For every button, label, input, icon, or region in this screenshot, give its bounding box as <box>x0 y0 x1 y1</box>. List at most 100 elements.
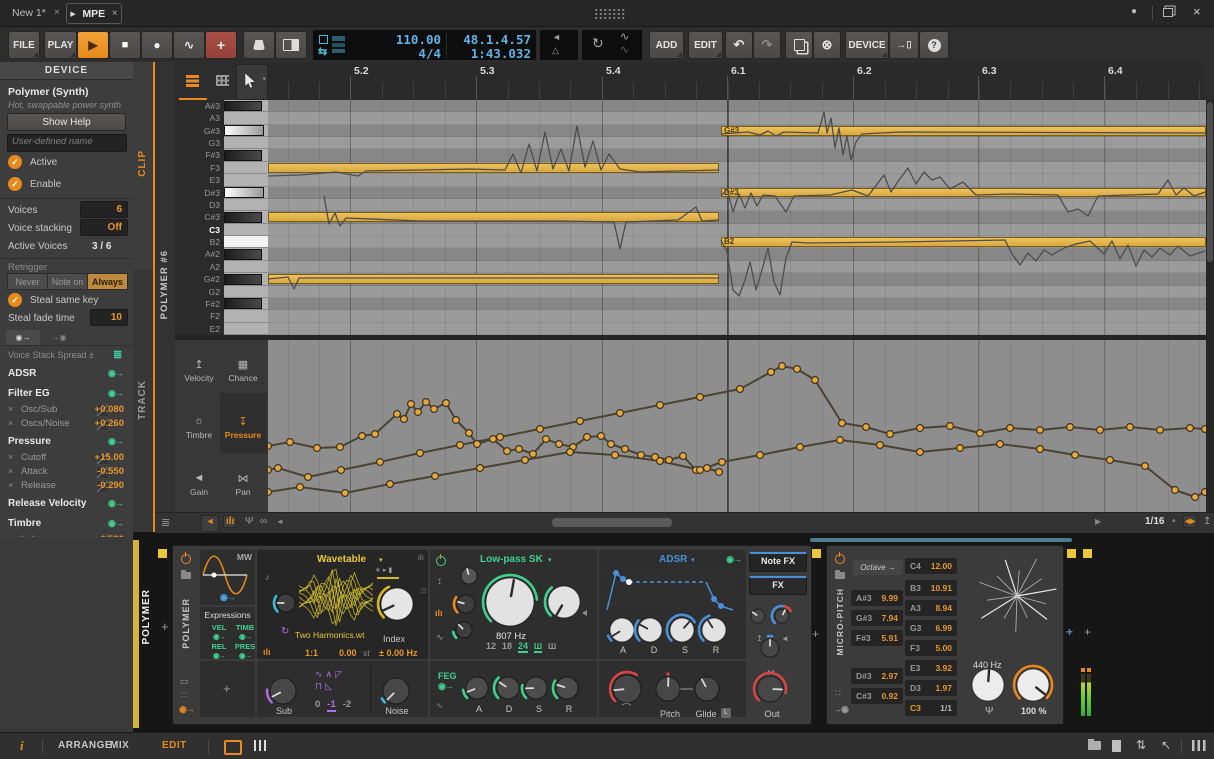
note-B2[interactable]: B2 <box>721 237 1206 247</box>
filter-keytrack-icon[interactable]: ılı <box>435 608 443 618</box>
cell-value[interactable]: 3.92 <box>935 663 952 673</box>
target-amount-value[interactable]: +0.260 <box>76 418 124 429</box>
key-C#3[interactable] <box>224 212 262 223</box>
target-amount-value[interactable]: -0.290 <box>76 480 124 491</box>
osc-type-caret-icon[interactable]: ▾ <box>379 556 383 564</box>
arranger-record-icon[interactable] <box>319 35 328 44</box>
tab-track[interactable]: TRACK <box>137 380 148 420</box>
cell-value[interactable]: 10.91 <box>931 583 952 593</box>
display-profile-button[interactable] <box>275 31 307 59</box>
modulator-out-icon[interactable]: ◉→ <box>108 436 123 447</box>
micropitch-cell-D3[interactable]: D31.97 <box>905 680 957 696</box>
vscroll-handle[interactable] <box>1207 102 1213 262</box>
env-mod-icon[interactable]: ◉→ <box>726 554 741 565</box>
sub-waveforms-icon[interactable]: ∿∧◸ <box>315 669 345 680</box>
retrigger-option-always[interactable]: Always <box>87 273 128 290</box>
position-display[interactable]: 48.1.4.57 <box>449 32 531 47</box>
key-G3[interactable] <box>224 137 268 149</box>
octave-header-cell[interactable]: Octave → <box>853 560 903 575</box>
cell-value[interactable]: 6.99 <box>935 623 952 633</box>
polymer-power-icon[interactable] <box>181 554 191 564</box>
cell-value[interactable]: 12.00 <box>931 561 952 571</box>
note-G#3[interactable]: G#3 <box>721 126 1206 136</box>
note-C#3[interactable] <box>268 212 719 222</box>
key-F3[interactable] <box>224 162 268 174</box>
filter-slope-12[interactable]: 12 <box>486 641 496 651</box>
polymer-preset-icon[interactable] <box>181 572 191 579</box>
osc-ratio-value[interactable]: 1:1 <box>305 648 318 658</box>
info-icon[interactable]: i <box>20 738 24 754</box>
filter-type-caret-icon[interactable]: ▾ <box>548 556 552 564</box>
launcher-bar-icon[interactable] <box>332 36 345 41</box>
help-button[interactable]: ? <box>919 31 949 59</box>
expression-levels-icon[interactable]: ılı <box>223 515 237 528</box>
micropitch-cell-B3[interactable]: B310.91 <box>905 580 957 596</box>
key-F2[interactable] <box>224 310 268 322</box>
amp-release-knob[interactable] <box>696 612 732 648</box>
add-button[interactable]: ADD <box>649 31 684 59</box>
cell-value[interactable]: 7.94 <box>881 613 898 623</box>
modulator-name[interactable]: Filter EG <box>8 388 50 399</box>
tempo-display[interactable]: 110.00 <box>353 32 441 47</box>
modulator-out-icon[interactable]: ◉→ <box>108 388 123 399</box>
add-slot-icon[interactable]: + <box>223 681 231 696</box>
key-C3[interactable] <box>224 224 268 236</box>
edit-button[interactable]: EDIT <box>688 31 723 59</box>
add-device-icon[interactable]: + <box>812 627 819 641</box>
pitch-env-knob[interactable] <box>607 669 647 709</box>
micropitch-cell-C4[interactable]: C412.00 <box>905 558 957 574</box>
feg-mod-icon[interactable]: ◉→ <box>438 681 453 692</box>
mod-targets-tab[interactable]: →◉ <box>42 330 76 345</box>
view-button-mix[interactable]: MIX <box>110 740 129 751</box>
polymer-windowed-icon[interactable]: ▭ <box>180 676 189 687</box>
play-menu-button[interactable]: PLAY <box>44 31 77 59</box>
filter-power-icon[interactable] <box>436 556 446 566</box>
amp-sustain-knob[interactable] <box>664 612 700 648</box>
filter-shape-b-icon[interactable]: Ш <box>548 642 556 651</box>
drum-grid-view-icon[interactable] <box>216 75 229 86</box>
voice-stacking-value[interactable]: Off <box>80 219 128 236</box>
lane-chance-button[interactable]: Chance <box>221 373 265 383</box>
steal-same-key-checkbox[interactable]: ✓ <box>8 293 22 307</box>
modulator-out-icon[interactable]: ◉→ <box>108 498 123 509</box>
micropitch-cell-F#3[interactable]: F#35.91 <box>851 630 903 646</box>
micropitch-cell-D#3[interactable]: D#32.97 <box>851 668 903 684</box>
view-button-edit[interactable]: EDIT <box>162 740 187 751</box>
cell-value[interactable]: 2.97 <box>881 671 898 681</box>
target-remove-icon[interactable]: × <box>8 418 13 428</box>
cell-value[interactable]: 1/1 <box>940 703 952 713</box>
key-G#2[interactable] <box>224 274 262 285</box>
multi-panel-layout-icon[interactable] <box>254 740 266 751</box>
micropitch-cell-A#3[interactable]: A#39.99 <box>851 590 903 606</box>
window-close-icon[interactable]: × <box>1193 4 1201 19</box>
glide-latch-badge[interactable]: L <box>721 708 731 718</box>
add-fx2-icon[interactable]: + <box>1084 625 1091 639</box>
record-button[interactable]: ● <box>141 31 173 59</box>
tab-project[interactable]: New 1* <box>12 7 46 19</box>
timeline-ruler[interactable]: 5.25.35.46.16.26.36.4 <box>268 62 1206 101</box>
view-button-arrange[interactable]: ARRANGE <box>58 740 112 751</box>
delete-button[interactable]: ⊗ <box>813 31 841 59</box>
fork-icon[interactable]: Ψ <box>245 516 253 527</box>
volume-knob[interactable] <box>769 603 795 629</box>
note-D#3[interactable]: D#3 <box>721 188 1206 198</box>
lane-pressure-icon[interactable]: ↧ <box>228 415 258 428</box>
wavetable-name[interactable]: Two Harmonics.wt <box>295 630 364 640</box>
tab-mpe-close-icon[interactable]: × <box>112 8 118 19</box>
stop-button[interactable]: ■ <box>109 31 141 59</box>
note-grid[interactable]: G#3 D#3 B2 <box>268 100 1206 335</box>
micropitch-power-icon[interactable] <box>835 554 845 564</box>
amount-knob[interactable] <box>1011 663 1055 707</box>
retrigger-option-note-on[interactable]: Note on <box>47 273 88 290</box>
filter-updown-icon[interactable]: ↕ <box>437 576 442 587</box>
osc-type-select[interactable]: Wavetable <box>317 554 366 565</box>
osc-mini-icons[interactable]: ∗▸▮ <box>375 566 394 574</box>
micropitch-cell-E3[interactable]: E33.92 <box>905 660 957 676</box>
micropitch-mod-icon[interactable]: →◉ <box>833 704 848 715</box>
feg-sustain-knob[interactable] <box>519 671 553 705</box>
key-E2[interactable] <box>224 323 268 335</box>
expression-slot-rel[interactable]: REL◉→ <box>208 642 230 660</box>
tab-mpe[interactable]: ▶ MPE × <box>66 3 122 24</box>
filter-shape-a-icon[interactable]: Ш <box>534 642 542 653</box>
pitch-knob[interactable] <box>650 671 686 707</box>
